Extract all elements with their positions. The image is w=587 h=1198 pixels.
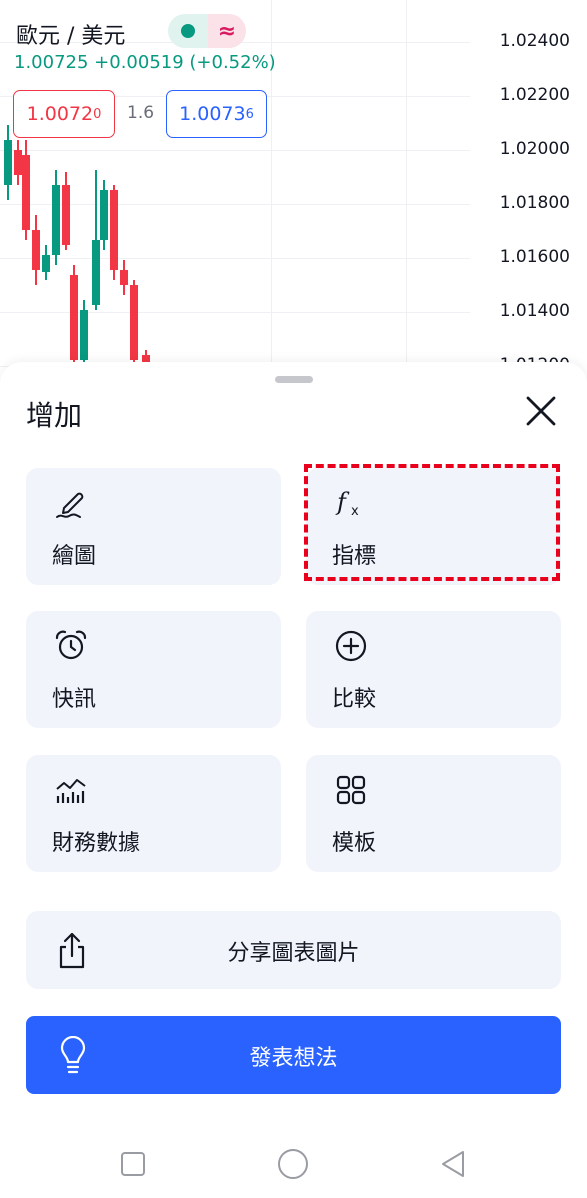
candle-body: [62, 185, 70, 245]
home-button[interactable]: [273, 1144, 313, 1184]
buy-price: 1.0073: [179, 103, 246, 125]
alarm-clock-icon: [55, 630, 87, 660]
recents-button[interactable]: [113, 1144, 153, 1184]
price-axis-label: 1.01800: [499, 193, 570, 213]
sell-price-button[interactable]: 1.0072 0: [13, 90, 115, 138]
symbol-name[interactable]: 歐元 / 美元: [16, 18, 125, 50]
market-status-badge[interactable]: ≈: [168, 14, 246, 48]
pencil-icon: [56, 492, 84, 518]
financials-tile[interactable]: 財務數據: [26, 755, 281, 872]
candle-body: [110, 190, 118, 270]
circle-icon: [278, 1149, 308, 1179]
grid-line: [406, 0, 407, 400]
close-icon: [526, 396, 556, 426]
price-axis-label: 1.02200: [499, 85, 570, 105]
publish-idea-label: 發表想法: [249, 1046, 338, 1071]
square-icon: [121, 1152, 145, 1176]
price-axis-label: 1.01400: [499, 301, 570, 321]
candle-body: [32, 230, 40, 270]
price-axis-label: 1.02400: [499, 31, 570, 51]
alerts-tile-label: 快訊: [52, 687, 97, 712]
price-axis-label: 1.02000: [499, 139, 570, 159]
candle-body: [130, 285, 138, 360]
system-navigation-bar: [0, 1132, 587, 1198]
grid-four-icon: [336, 775, 366, 805]
close-button[interactable]: [520, 390, 562, 432]
sell-price: 1.0072: [26, 103, 94, 125]
candle-body: [80, 310, 88, 360]
price-change-quote: 1.00725 +0.00519 (+0.52%): [14, 52, 276, 73]
spread-value: 1.6: [127, 103, 155, 123]
candle-body: [42, 255, 50, 272]
grid-line: [0, 258, 470, 259]
candle-body: [92, 240, 100, 305]
compare-tile[interactable]: 比較: [306, 611, 561, 728]
market-open-dot-icon: [181, 24, 195, 38]
financials-chart-icon: [56, 779, 86, 803]
share-chart-image-button[interactable]: 分享圖表圖片: [26, 911, 561, 989]
candle-body: [52, 185, 60, 255]
back-button[interactable]: [433, 1144, 473, 1184]
price-axis-label: 1.01600: [499, 247, 570, 267]
candle-body: [70, 275, 78, 360]
buy-price-button[interactable]: 1.0073 6: [166, 90, 267, 138]
highlight-box: [304, 464, 560, 581]
compare-tile-label: 比較: [332, 687, 377, 712]
triangle-back-icon: [442, 1151, 464, 1177]
grid-line: [0, 150, 470, 151]
candle-body: [22, 155, 30, 230]
templates-tile[interactable]: 模板: [306, 755, 561, 872]
drawing-tile-label: 繪圖: [52, 544, 97, 569]
add-bottom-sheet: 增加 繪圖 f x 指標 快訊 比較 財務數據 模板 分享圖表圖片 發表想法: [0, 362, 587, 1198]
candle-body: [100, 190, 108, 240]
publish-idea-button[interactable]: 發表想法: [26, 1016, 561, 1094]
approx-icon: ≈: [208, 14, 246, 48]
sheet-title: 增加: [26, 399, 83, 432]
sell-price-pip: 0: [93, 106, 102, 122]
price-chart[interactable]: 1.02400 1.02200 1.02000 1.01800 1.01600 1.014…: [0, 0, 587, 400]
grid-line: [0, 204, 470, 205]
drag-handle[interactable]: [275, 376, 313, 383]
drawing-tile[interactable]: 繪圖: [26, 468, 281, 585]
plus-circle-icon: [335, 630, 367, 662]
candle-body: [4, 140, 12, 185]
alerts-tile[interactable]: 快訊: [26, 611, 281, 728]
candle-body: [120, 270, 128, 285]
buy-price-pip: 6: [245, 106, 254, 122]
share-chart-image-label: 分享圖表圖片: [227, 941, 360, 966]
financials-tile-label: 財務數據: [52, 831, 141, 856]
templates-tile-label: 模板: [332, 831, 377, 856]
candle-body: [14, 150, 22, 175]
